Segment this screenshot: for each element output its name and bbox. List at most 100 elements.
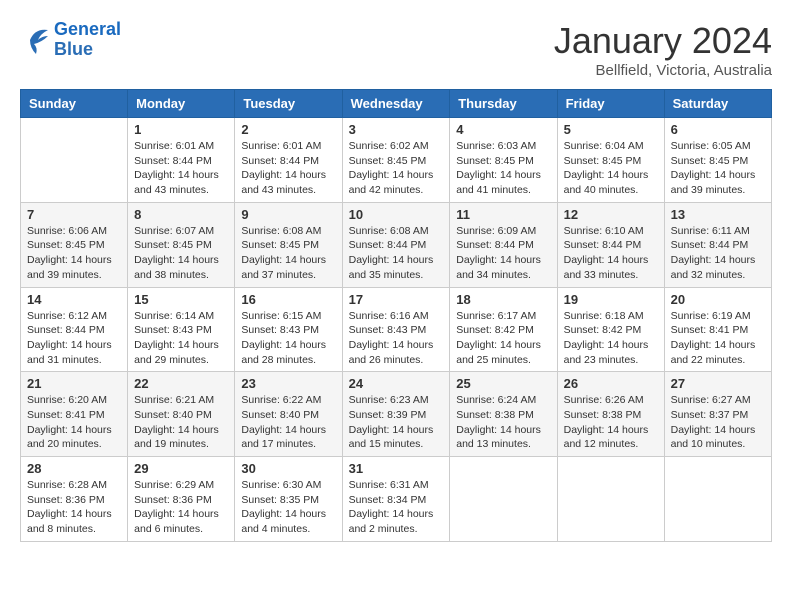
calendar-week-row: 1 Sunrise: 6:01 AMSunset: 8:44 PMDaylight… — [21, 118, 772, 203]
day-info: Sunrise: 6:31 AMSunset: 8:34 PMDaylight:… — [349, 478, 444, 537]
day-info: Sunrise: 6:28 AMSunset: 8:36 PMDaylight:… — [27, 478, 121, 537]
calendar-cell — [21, 118, 128, 203]
day-info: Sunrise: 6:05 AMSunset: 8:45 PMDaylight:… — [671, 139, 765, 198]
calendar-cell: 16 Sunrise: 6:15 AMSunset: 8:43 PMDayligh… — [235, 287, 342, 372]
weekday-header-tuesday: Tuesday — [235, 90, 342, 118]
day-number: 29 — [134, 461, 228, 476]
calendar-cell: 12 Sunrise: 6:10 AMSunset: 8:44 PMDayligh… — [557, 202, 664, 287]
calendar-cell: 14 Sunrise: 6:12 AMSunset: 8:44 PMDayligh… — [21, 287, 128, 372]
weekday-header-monday: Monday — [128, 90, 235, 118]
day-number: 20 — [671, 292, 765, 307]
calendar-cell: 31Sunrise: 6:31 AMSunset: 8:34 PMDayligh… — [342, 457, 450, 542]
day-info: Sunrise: 6:10 AMSunset: 8:44 PMDaylight:… — [564, 224, 658, 283]
page-header: General Blue January 2024 Bellfield, Vic… — [20, 20, 772, 79]
day-number: 14 — [27, 292, 121, 307]
day-number: 2 — [241, 122, 335, 137]
day-number: 7 — [27, 207, 121, 222]
weekday-header-wednesday: Wednesday — [342, 90, 450, 118]
weekday-header-saturday: Saturday — [664, 90, 771, 118]
calendar-cell — [557, 457, 664, 542]
day-number: 13 — [671, 207, 765, 222]
calendar-cell — [664, 457, 771, 542]
day-info: Sunrise: 6:09 AMSunset: 8:44 PMDaylight:… — [456, 224, 550, 283]
logo-icon — [20, 26, 50, 54]
day-info: Sunrise: 6:19 AMSunset: 8:41 PMDaylight:… — [671, 309, 765, 368]
calendar-cell: 30 Sunrise: 6:30 AMSunset: 8:35 PMDayligh… — [235, 457, 342, 542]
calendar-cell: 13 Sunrise: 6:11 AMSunset: 8:44 PMDayligh… — [664, 202, 771, 287]
day-number: 15 — [134, 292, 228, 307]
calendar-cell: 6 Sunrise: 6:05 AMSunset: 8:45 PMDaylight… — [664, 118, 771, 203]
day-number: 3 — [349, 122, 444, 137]
calendar-cell — [450, 457, 557, 542]
day-number: 11 — [456, 207, 550, 222]
calendar-cell: 2 Sunrise: 6:01 AMSunset: 8:44 PMDaylight… — [235, 118, 342, 203]
day-info: Sunrise: 6:03 AMSunset: 8:45 PMDaylight:… — [456, 139, 550, 198]
day-number: 27 — [671, 376, 765, 391]
calendar-cell: 21 Sunrise: 6:20 AMSunset: 8:41 PMDayligh… — [21, 372, 128, 457]
day-number: 16 — [241, 292, 335, 307]
day-info: Sunrise: 6:01 AMSunset: 8:44 PMDaylight:… — [241, 139, 335, 198]
day-number: 4 — [456, 122, 550, 137]
calendar-cell: 5 Sunrise: 6:04 AMSunset: 8:45 PMDaylight… — [557, 118, 664, 203]
day-number: 12 — [564, 207, 658, 222]
calendar-cell: 15 Sunrise: 6:14 AMSunset: 8:43 PMDayligh… — [128, 287, 235, 372]
calendar-table: SundayMondayTuesdayWednesdayThursdayFrid… — [20, 89, 772, 542]
calendar-week-row: 21 Sunrise: 6:20 AMSunset: 8:41 PMDayligh… — [21, 372, 772, 457]
weekday-header-sunday: Sunday — [21, 90, 128, 118]
day-number: 28 — [27, 461, 121, 476]
day-info: Sunrise: 6:07 AMSunset: 8:45 PMDaylight:… — [134, 224, 228, 283]
logo-text-block: General Blue — [54, 20, 121, 60]
day-info: Sunrise: 6:12 AMSunset: 8:44 PMDaylight:… — [27, 309, 121, 368]
calendar-cell: 18 Sunrise: 6:17 AMSunset: 8:42 PMDayligh… — [450, 287, 557, 372]
day-info: Sunrise: 6:14 AMSunset: 8:43 PMDaylight:… — [134, 309, 228, 368]
calendar-header: SundayMondayTuesdayWednesdayThursdayFrid… — [21, 90, 772, 118]
month-title: January 2024 — [554, 20, 772, 62]
day-number: 19 — [564, 292, 658, 307]
day-number: 17 — [349, 292, 444, 307]
calendar-cell: 17 Sunrise: 6:16 AMSunset: 8:43 PMDayligh… — [342, 287, 450, 372]
day-info: Sunrise: 6:30 AMSunset: 8:35 PMDaylight:… — [241, 478, 335, 537]
day-info: Sunrise: 6:29 AMSunset: 8:36 PMDaylight:… — [134, 478, 228, 537]
calendar-cell: 23Sunrise: 6:22 AMSunset: 8:40 PMDayligh… — [235, 372, 342, 457]
title-block: January 2024 Bellfield, Victoria, Austra… — [554, 20, 772, 79]
calendar-cell: 4 Sunrise: 6:03 AMSunset: 8:45 PMDaylight… — [450, 118, 557, 203]
day-number: 18 — [456, 292, 550, 307]
calendar-cell: 22 Sunrise: 6:21 AMSunset: 8:40 PMDayligh… — [128, 372, 235, 457]
day-info: Sunrise: 6:08 AMSunset: 8:44 PMDaylight:… — [349, 224, 444, 283]
day-info: Sunrise: 6:21 AMSunset: 8:40 PMDaylight:… — [134, 393, 228, 452]
day-info: Sunrise: 6:01 AMSunset: 8:44 PMDaylight:… — [134, 139, 228, 198]
calendar-cell: 26Sunrise: 6:26 AMSunset: 8:38 PMDayligh… — [557, 372, 664, 457]
day-info: Sunrise: 6:06 AMSunset: 8:45 PMDaylight:… — [27, 224, 121, 283]
day-number: 8 — [134, 207, 228, 222]
calendar-body: 1 Sunrise: 6:01 AMSunset: 8:44 PMDaylight… — [21, 118, 772, 542]
day-info: Sunrise: 6:20 AMSunset: 8:41 PMDaylight:… — [27, 393, 121, 452]
day-number: 1 — [134, 122, 228, 137]
day-number: 30 — [241, 461, 335, 476]
day-info: Sunrise: 6:11 AMSunset: 8:44 PMDaylight:… — [671, 224, 765, 283]
calendar-cell: 20 Sunrise: 6:19 AMSunset: 8:41 PMDayligh… — [664, 287, 771, 372]
weekday-header-row: SundayMondayTuesdayWednesdayThursdayFrid… — [21, 90, 772, 118]
calendar-cell: 1 Sunrise: 6:01 AMSunset: 8:44 PMDaylight… — [128, 118, 235, 203]
day-info: Sunrise: 6:26 AMSunset: 8:38 PMDaylight:… — [564, 393, 658, 452]
day-number: 22 — [134, 376, 228, 391]
day-info: Sunrise: 6:04 AMSunset: 8:45 PMDaylight:… — [564, 139, 658, 198]
day-number: 25 — [456, 376, 550, 391]
day-info: Sunrise: 6:17 AMSunset: 8:42 PMDaylight:… — [456, 309, 550, 368]
day-info: Sunrise: 6:23 AMSunset: 8:39 PMDaylight:… — [349, 393, 444, 452]
logo-general: General — [54, 19, 121, 39]
day-info: Sunrise: 6:15 AMSunset: 8:43 PMDaylight:… — [241, 309, 335, 368]
weekday-header-friday: Friday — [557, 90, 664, 118]
calendar-cell: 11 Sunrise: 6:09 AMSunset: 8:44 PMDayligh… — [450, 202, 557, 287]
day-number: 6 — [671, 122, 765, 137]
calendar-cell: 27Sunrise: 6:27 AMSunset: 8:37 PMDayligh… — [664, 372, 771, 457]
calendar-cell: 8 Sunrise: 6:07 AMSunset: 8:45 PMDaylight… — [128, 202, 235, 287]
calendar-cell: 28 Sunrise: 6:28 AMSunset: 8:36 PMDayligh… — [21, 457, 128, 542]
day-number: 21 — [27, 376, 121, 391]
day-number: 5 — [564, 122, 658, 137]
calendar-cell: 9Sunrise: 6:08 AMSunset: 8:45 PMDaylight… — [235, 202, 342, 287]
day-info: Sunrise: 6:24 AMSunset: 8:38 PMDaylight:… — [456, 393, 550, 452]
calendar-week-row: 28 Sunrise: 6:28 AMSunset: 8:36 PMDayligh… — [21, 457, 772, 542]
calendar-cell: 25 Sunrise: 6:24 AMSunset: 8:38 PMDayligh… — [450, 372, 557, 457]
day-info: Sunrise: 6:16 AMSunset: 8:43 PMDaylight:… — [349, 309, 444, 368]
calendar-cell: 29 Sunrise: 6:29 AMSunset: 8:36 PMDayligh… — [128, 457, 235, 542]
